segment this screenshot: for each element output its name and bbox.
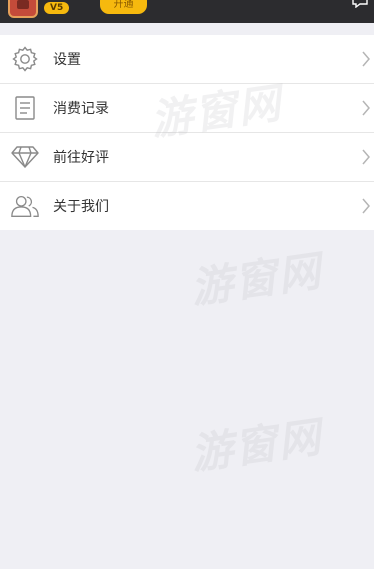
menu-item-about-us[interactable]: 关于我们 (0, 182, 374, 230)
diamond-icon (10, 142, 40, 172)
open-vip-button[interactable]: 开通 (100, 0, 147, 14)
watermark: 游窗网 (187, 246, 326, 313)
vip-badge: V5 (44, 2, 70, 14)
chevron-right-icon (362, 51, 370, 67)
chevron-right-icon (362, 100, 370, 116)
menu-item-label: 设置 (53, 52, 81, 68)
users-icon (10, 191, 40, 221)
menu-item-label: 消费记录 (53, 101, 109, 117)
menu-item-label: 关于我们 (53, 199, 109, 215)
chevron-right-icon (362, 149, 370, 165)
message-icon[interactable] (352, 0, 368, 8)
menu-item-rate-us[interactable]: 前往好评 (0, 133, 374, 182)
document-list-icon (10, 93, 40, 123)
menu-item-settings[interactable]: 设置 (0, 35, 374, 84)
watermark: 游窗网 (187, 412, 326, 479)
avatar[interactable] (8, 0, 38, 18)
top-bar: V5 开通 (0, 0, 374, 23)
gear-icon (10, 44, 40, 74)
chevron-right-icon (362, 198, 370, 214)
menu-item-label: 前往好评 (53, 150, 109, 166)
menu-list: 设置 消费记录 前往好评 关于我们 (0, 35, 374, 230)
menu-item-purchase-records[interactable]: 消费记录 (0, 84, 374, 133)
